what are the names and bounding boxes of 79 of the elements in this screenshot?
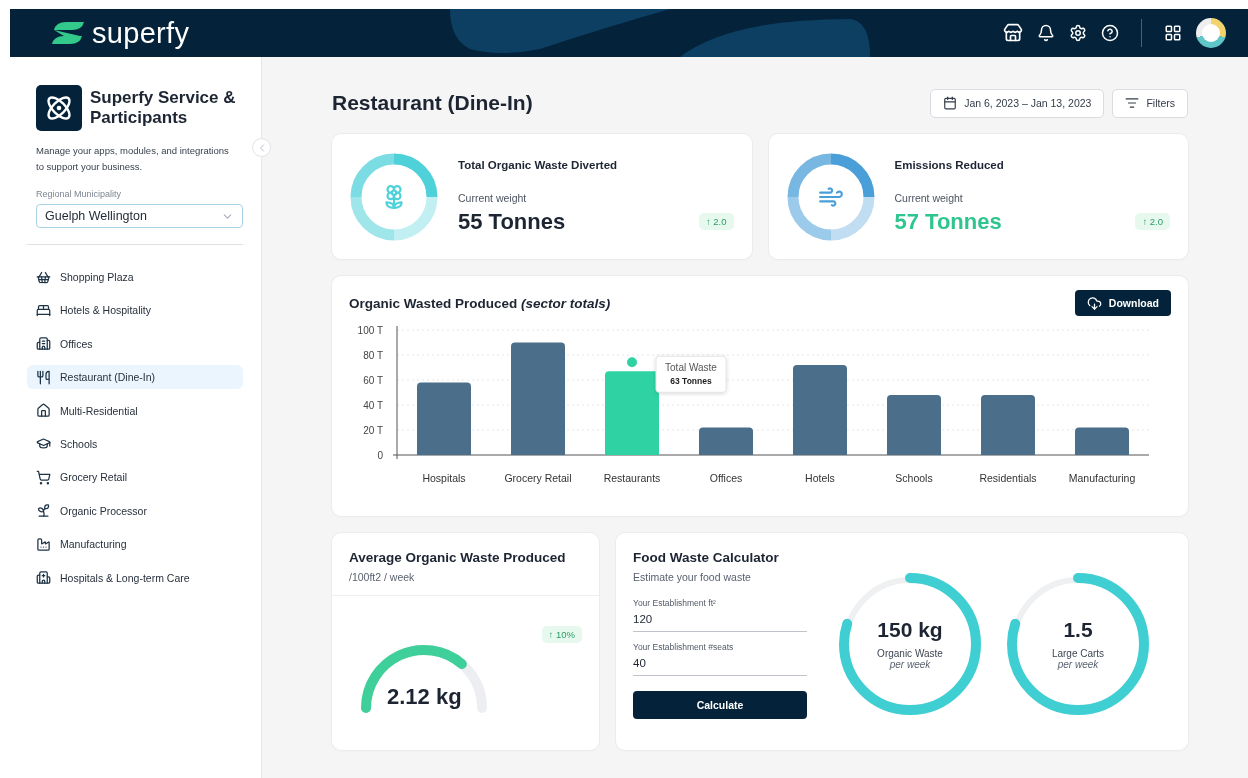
download-button[interactable]: Download [1074, 290, 1171, 316]
description: Manage your apps, modules, and integrations to support your business. [36, 144, 230, 174]
card-title: Average Organic Waste Produced [349, 550, 567, 565]
help-icon[interactable] [1101, 24, 1119, 42]
sidebar-item[interactable]: Hospitals & Long-term Care [27, 565, 243, 590]
x-axis-label: Hotels [805, 472, 835, 484]
sidebar-item[interactable]: Schools [27, 431, 243, 456]
sector-icon [36, 570, 51, 585]
settings-icon[interactable] [1069, 24, 1087, 42]
x-axis-label: Grocery Retail [504, 472, 572, 484]
cloud-download-icon [1086, 295, 1102, 311]
sidebar-item[interactable]: Hotels & Hospitality [27, 298, 243, 323]
y-axis-label: 20 T [363, 425, 383, 436]
notifications-icon[interactable] [1037, 24, 1055, 42]
page-title: Restaurant (Dine-In) [332, 91, 533, 115]
annotation: Total Waste [665, 362, 718, 374]
card-subtitle: Estimate your food waste [633, 571, 752, 583]
average-value: 2.12 kg [387, 684, 462, 710]
filter-icon [1125, 96, 1140, 110]
sidebar-item[interactable]: Shopping Plaza [27, 265, 243, 289]
chart-title: Organic Wasted Produced (sector totals) [349, 295, 611, 311]
data-point-marker [625, 355, 639, 370]
x-axis-label: Manufacturing [1068, 472, 1136, 484]
sidebar-item[interactable]: Organic Processor [27, 498, 243, 523]
field-label: Your Establishment ft² [633, 598, 717, 608]
sector-icon [36, 536, 51, 552]
atom-icon [36, 85, 82, 131]
sidebar-item[interactable]: Manufacturing [27, 532, 243, 557]
field-label: Your Establishment #seats [633, 642, 735, 652]
card-title: Food Waste Calculator [633, 550, 780, 565]
bar[interactable] [699, 427, 753, 455]
annotation: 63 Tonnes [670, 376, 712, 387]
change-badge: ↑ 2.0 [1135, 213, 1170, 230]
tooltip: Total Waste 63 Tonnes [655, 355, 727, 393]
change-badge: ↑ 10% [541, 626, 582, 643]
sector-icon [36, 336, 51, 352]
kpi-caption: Current weight [894, 191, 964, 204]
input-field[interactable]: 120 [633, 608, 807, 632]
bar[interactable] [1075, 427, 1129, 455]
kpi-title: Total Organic Waste Diverted [458, 158, 619, 171]
sector-icon [36, 269, 51, 285]
kpi-caption: Current weight [458, 191, 528, 204]
municipality-dropdown[interactable]: Guelph Wellington [36, 204, 243, 228]
sidebar-item[interactable]: Restaurant (Dine-In) [27, 365, 243, 390]
input-field[interactable]: 40 [633, 652, 807, 676]
avatar[interactable] [1196, 18, 1226, 48]
x-axis-label: Hospitals [422, 472, 466, 484]
kpi-value: 55 Tonnes [458, 208, 566, 235]
store-icon[interactable] [1003, 23, 1023, 43]
apps-grid-icon[interactable] [1164, 24, 1182, 42]
unit-label: /100ft2 / week [349, 571, 416, 583]
kpi-value: 57 Tonnes [894, 208, 1002, 235]
calendar-icon [943, 96, 958, 110]
sidebar-item[interactable]: Offices [27, 331, 243, 356]
change-badge: ↑ 2.0 [698, 213, 734, 230]
kpi-title: Emissions Reduced [894, 158, 1005, 171]
y-axis-label: 100 T [357, 325, 383, 336]
sidebar-item[interactable]: Grocery Retail [27, 465, 243, 490]
x-axis-label: Schools [895, 472, 933, 484]
y-axis-label: 80 T [363, 350, 383, 361]
y-axis-label: 60 T [363, 375, 383, 386]
x-axis-label: Residentials [979, 472, 1037, 484]
field-label: Regional Municipality [36, 189, 123, 199]
sector-icon [36, 503, 51, 519]
sector-icon [36, 469, 51, 485]
sector-icon [36, 302, 51, 318]
calculate-button[interactable]: Calculate [633, 691, 807, 719]
sector-icon [36, 436, 51, 452]
sector-icon [36, 403, 51, 419]
date-range-button[interactable]: Jan 6, 2023 – Jan 13, 2023 [930, 88, 1105, 118]
app-title: Superfy Service & Participants [90, 88, 237, 128]
logo[interactable]: superfy [50, 16, 190, 50]
x-axis-label: Offices [709, 472, 743, 484]
y-axis-label: 0 [377, 450, 383, 461]
sector-icon [36, 369, 51, 385]
sidebar-item[interactable]: Multi-Residential [27, 398, 243, 423]
x-axis-label: Restaurants [603, 472, 661, 484]
y-axis-label: 40 T [363, 400, 383, 411]
filters-button[interactable]: Filters [1112, 88, 1188, 118]
